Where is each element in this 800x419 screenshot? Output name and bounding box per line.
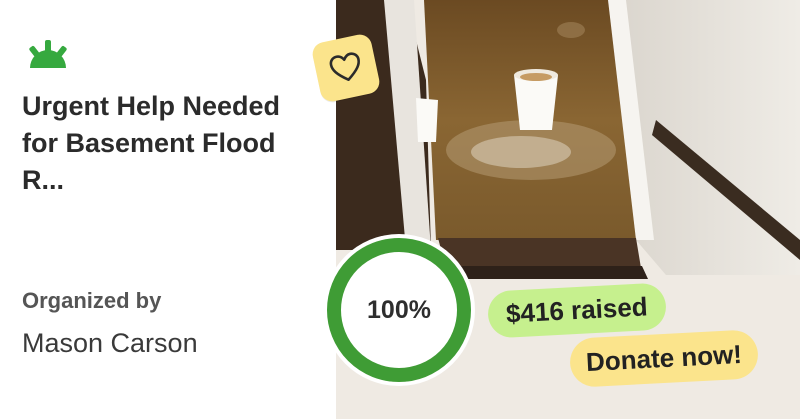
organizer-name: Mason Carson (22, 328, 198, 358)
amount-raised-badge: $416 raised (486, 282, 667, 339)
progress-ring: 100% (321, 232, 477, 388)
organizer-label: Organized by (22, 288, 162, 313)
favorite-badge[interactable] (310, 32, 382, 104)
heart-icon (329, 52, 360, 82)
fundraiser-card: Urgent Help Needed for Basement Flood R.… (0, 0, 800, 419)
sprout-logo-icon (29, 40, 67, 68)
campaign-title[interactable]: Urgent Help Needed for Basement Flood R.… (22, 88, 322, 199)
donate-now-button[interactable]: Donate now! (568, 329, 760, 388)
progress-percent: 100% (367, 295, 431, 324)
